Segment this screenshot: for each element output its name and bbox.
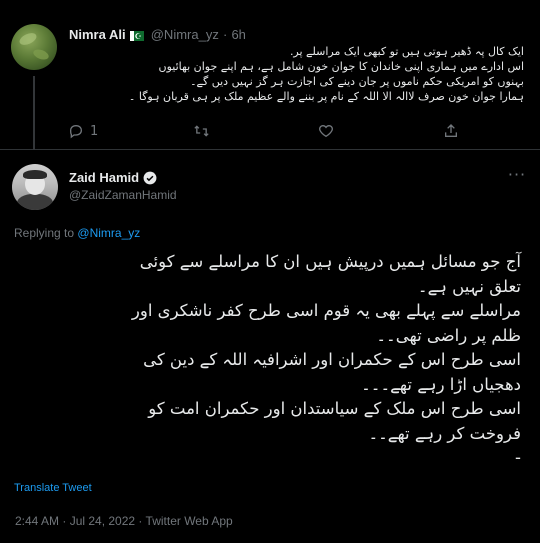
tweet-text-line: دھجیاں اڑا رہے تھے۔۔۔ [361,374,521,394]
tweet-text-line: ایک کال پہ ڈھیر ہوتی ہیں تو کبھی ایک مرا… [289,45,524,58]
author-display-name[interactable]: Nimra Ali [69,27,126,42]
retweet-button[interactable] [193,123,210,139]
tweet-text-line: اسی طرح اس کے حکمران اور اشرافیہ اللہ کے… [143,350,521,369]
parent-tweet[interactable]: Nimra Ali @Nimra_yz · 6h ایک کال پہ ڈھیر… [0,0,540,150]
retweet-icon [193,123,210,139]
share-button[interactable] [443,123,459,139]
tweet-text-line: ظلم پر راضی تھی۔۔ [376,325,521,345]
parent-tweet-header: Nimra Ali @Nimra_yz · 6h [69,27,246,45]
avatar-image-detail [17,194,53,210]
tweet-text-line: بہنوں کو امریکی حکم ناموں پر جان دینے کی… [190,75,524,88]
replying-to-mention[interactable]: @Nimra_yz [77,226,140,240]
tweet-timestamp[interactable]: 2:44 AM · Jul 24, 2022 · Twitter Web App [15,514,233,528]
separator-dot: · [222,27,228,42]
share-icon [443,123,459,139]
replying-prefix: Replying to [14,226,75,240]
tweet-text-line: تعلق نہیں ہے۔ [417,276,521,296]
avatar[interactable] [11,24,57,70]
author-handle[interactable]: @Nimra_yz [151,27,219,42]
author-display-name-row: Zaid Hamid [69,170,157,185]
tweet-text-line: - [515,448,521,467]
more-options-button[interactable]: ··· [505,167,529,186]
replying-to: Replying to @Nimra_yz [14,226,140,240]
translate-tweet-link[interactable]: Translate Tweet [14,482,92,494]
main-tweet: Zaid Hamid @ZaidZamanHamid ··· Replying … [0,150,540,543]
tweet-text-line: آج جو مسائل ہمیں درپیش ہیں ان کا مراسلے … [139,252,521,271]
avatar-image-detail [17,30,39,48]
reply-button[interactable]: 1 [68,123,98,139]
heart-icon [318,123,334,139]
tweet-text-line: فروخت کر رہے تھے۔۔ [368,423,521,443]
avatar[interactable] [12,164,58,210]
tweet-text: آج جو مسائل ہمیں درپیش ہیں ان کا مراسلے … [12,250,524,471]
avatar-image-detail [31,47,51,62]
author-display-name[interactable]: Zaid Hamid [69,170,139,185]
more-icon: ··· [507,165,527,184]
author-handle[interactable]: @ZaidZamanHamid [69,188,177,202]
parent-tweet-text: ایک کال پہ ڈھیر ہوتی ہیں تو کبھی ایک مرا… [72,44,524,104]
like-button[interactable] [318,123,334,139]
tweet-text-line: اسی طرح اس ملک کے سیاستدان اور حکمران ام… [148,399,521,418]
tweet-text-line: ہمارا جوان خون صرف لاالہ الا اللہ کے نام… [128,90,524,103]
tweet-text-line: اس ادارے میں ہماری اپنی خاندان کا جوان خ… [158,60,524,73]
reply-count: 1 [90,123,99,139]
reply-icon [68,123,84,139]
thread-connector-line [33,76,35,150]
tweet-time[interactable]: 6h [231,27,245,42]
tweet-text-line: مراسلے سے پہلے بھی یہ قوم اسی طرح کفر نا… [131,301,521,320]
verified-badge-icon [143,171,157,185]
tweet-action-bar: 1 [60,123,530,143]
pakistan-flag-icon [129,29,144,45]
avatar-image-detail [23,170,47,179]
